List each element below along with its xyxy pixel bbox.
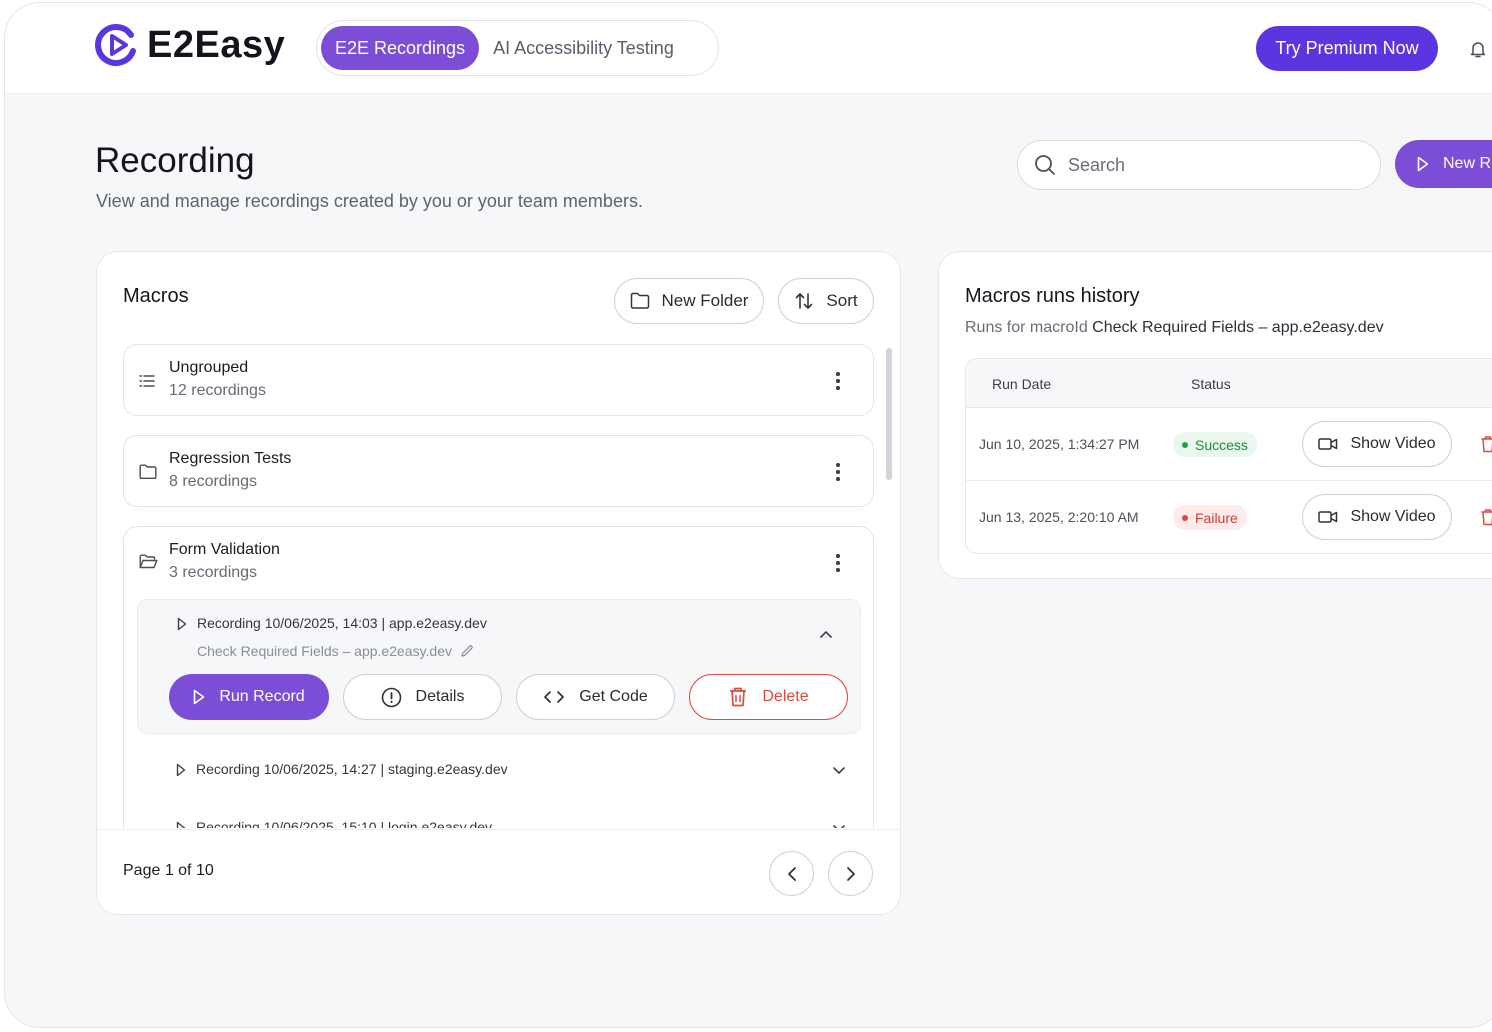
play-icon[interactable] [176, 821, 186, 828]
history-title: Macros runs history [965, 285, 1140, 307]
try-premium-button[interactable]: Try Premium Now [1256, 26, 1438, 71]
scrollbar-thumb[interactable] [886, 348, 892, 480]
details-label: Details [415, 688, 465, 705]
prev-page-button[interactable] [769, 851, 814, 896]
column-run-date: Run Date [992, 376, 1052, 392]
recording-macro-name: Check Required Fields – app.e2easy.dev [197, 643, 474, 659]
recording-item-expanded: Recording 10/06/2025, 14:03 | app.e2easy… [137, 599, 861, 734]
delete-label: Delete [762, 688, 809, 705]
new-recording-label: New R [1443, 155, 1492, 172]
bell-icon[interactable] [1468, 39, 1488, 59]
search-input[interactable] [1068, 154, 1348, 176]
table-row: Jun 10, 2025, 1:34:27 PM Success Show Vi… [966, 408, 1492, 481]
mode-tabs: E2E Recordings AI Accessibility Testing [316, 20, 719, 76]
next-page-button[interactable] [828, 851, 873, 896]
history-macro-name: Check Required Fields – app.e2easy.dev [1092, 319, 1384, 336]
group-name: Ungrouped [169, 359, 249, 376]
page-title: Recording [95, 141, 255, 180]
status-badge: Success [1173, 432, 1257, 457]
group-count: 8 recordings [169, 473, 258, 490]
details-button[interactable]: Details [343, 674, 502, 720]
chevron-up-icon[interactable] [819, 630, 833, 639]
play-icon [194, 689, 205, 705]
sort-label: Sort [826, 291, 858, 310]
new-folder-label: New Folder [661, 291, 749, 310]
play-icon[interactable] [177, 617, 187, 631]
history-subtitle: Runs for macroId Check Required Fields –… [965, 319, 1384, 337]
run-date: Jun 13, 2025, 2:20:10 AM [979, 509, 1139, 525]
search-box [1017, 140, 1381, 190]
logo-play-icon [95, 24, 136, 66]
logo-text: E2Easy [147, 23, 286, 66]
pagination-bar: Page 1 of 10 [97, 829, 900, 914]
tab-ai-accessibility-testing[interactable]: AI Accessibility Testing [479, 26, 688, 70]
group-form-validation[interactable]: Form Validation 3 recordings Recording 1… [123, 526, 874, 828]
get-code-button[interactable]: Get Code [516, 674, 675, 720]
chevron-down-icon[interactable] [832, 824, 846, 828]
show-video-label: Show Video [1350, 435, 1436, 452]
search-icon [1035, 155, 1055, 175]
show-video-label: Show Video [1350, 508, 1436, 525]
macros-panel: Macros New Folder Sort Ungrouped 12 reco… [96, 251, 901, 915]
tab-e2e-recordings[interactable]: E2E Recordings [321, 26, 480, 70]
group-name: Form Validation [169, 541, 280, 558]
sort-button[interactable]: Sort [778, 278, 874, 324]
show-video-button[interactable]: Show Video [1302, 421, 1452, 467]
recording-title[interactable]: Recording 10/06/2025, 14:27 | staging.e2… [196, 761, 508, 777]
trash-icon[interactable] [1480, 435, 1492, 453]
folder-icon [630, 292, 649, 309]
info-circle-icon [381, 687, 401, 707]
top-bar: E2Easy E2E Recordings AI Accessibility T… [5, 3, 1492, 94]
recording-title: Recording 10/06/2025, 14:03 | app.e2easy… [197, 615, 487, 631]
chevron-left-icon [787, 866, 796, 881]
runs-table: Run Date Status Jun 10, 2025, 1:34:27 PM… [965, 358, 1492, 554]
run-date: Jun 10, 2025, 1:34:27 PM [979, 436, 1140, 452]
more-options-icon[interactable] [834, 463, 842, 483]
play-icon [1417, 156, 1429, 172]
table-row: Jun 13, 2025, 2:20:10 AM Failure Show Vi… [966, 481, 1492, 553]
video-camera-icon [1318, 511, 1338, 523]
delete-button[interactable]: Delete [689, 674, 848, 720]
chevron-right-icon [846, 866, 855, 881]
trash-icon [730, 687, 747, 707]
new-recording-button[interactable]: New R [1395, 140, 1492, 188]
get-code-label: Get Code [579, 688, 648, 705]
status-badge: Failure [1173, 505, 1247, 530]
macro-groups-list[interactable]: Ungrouped 12 recordings Regression Tests… [97, 342, 900, 828]
table-header: Run Date Status [966, 359, 1492, 408]
folder-open-icon [139, 554, 158, 569]
sort-arrows-icon [796, 293, 813, 309]
group-name: Regression Tests [169, 450, 292, 467]
more-options-icon[interactable] [834, 372, 842, 392]
page-indicator: Page 1 of 10 [123, 862, 214, 879]
runs-history-panel: Macros runs history Runs for macroId Che… [938, 251, 1492, 579]
group-count: 3 recordings [169, 564, 258, 581]
column-status: Status [1191, 376, 1231, 392]
code-icon [544, 691, 565, 703]
macros-title: Macros [123, 285, 189, 307]
app-window: E2Easy E2E Recordings AI Accessibility T… [4, 2, 1492, 1028]
chevron-down-icon[interactable] [832, 766, 846, 775]
run-record-label: Run Record [219, 688, 305, 705]
video-camera-icon [1318, 438, 1338, 450]
recording-meta-text: Check Required Fields – app.e2easy.dev [197, 643, 453, 659]
history-subtitle-prefix: Runs for macroId [965, 319, 1093, 336]
new-folder-button[interactable]: New Folder [614, 278, 764, 324]
page-subtitle: View and manage recordings created by yo… [96, 191, 643, 211]
group-ungrouped[interactable]: Ungrouped 12 recordings [123, 344, 874, 416]
trash-icon[interactable] [1480, 508, 1492, 526]
run-record-button[interactable]: Run Record [169, 674, 329, 720]
group-regression-tests[interactable]: Regression Tests 8 recordings [123, 435, 874, 507]
play-icon[interactable] [176, 763, 186, 777]
group-count: 12 recordings [169, 382, 266, 399]
folder-icon [139, 464, 157, 479]
logo[interactable]: E2Easy [95, 23, 285, 67]
show-video-button[interactable]: Show Video [1302, 494, 1452, 540]
list-icon [139, 375, 155, 387]
more-options-icon[interactable] [834, 554, 842, 574]
pencil-icon[interactable] [460, 644, 474, 658]
recording-title[interactable]: Recording 10/06/2025, 15:10 | login.e2ea… [196, 819, 492, 828]
